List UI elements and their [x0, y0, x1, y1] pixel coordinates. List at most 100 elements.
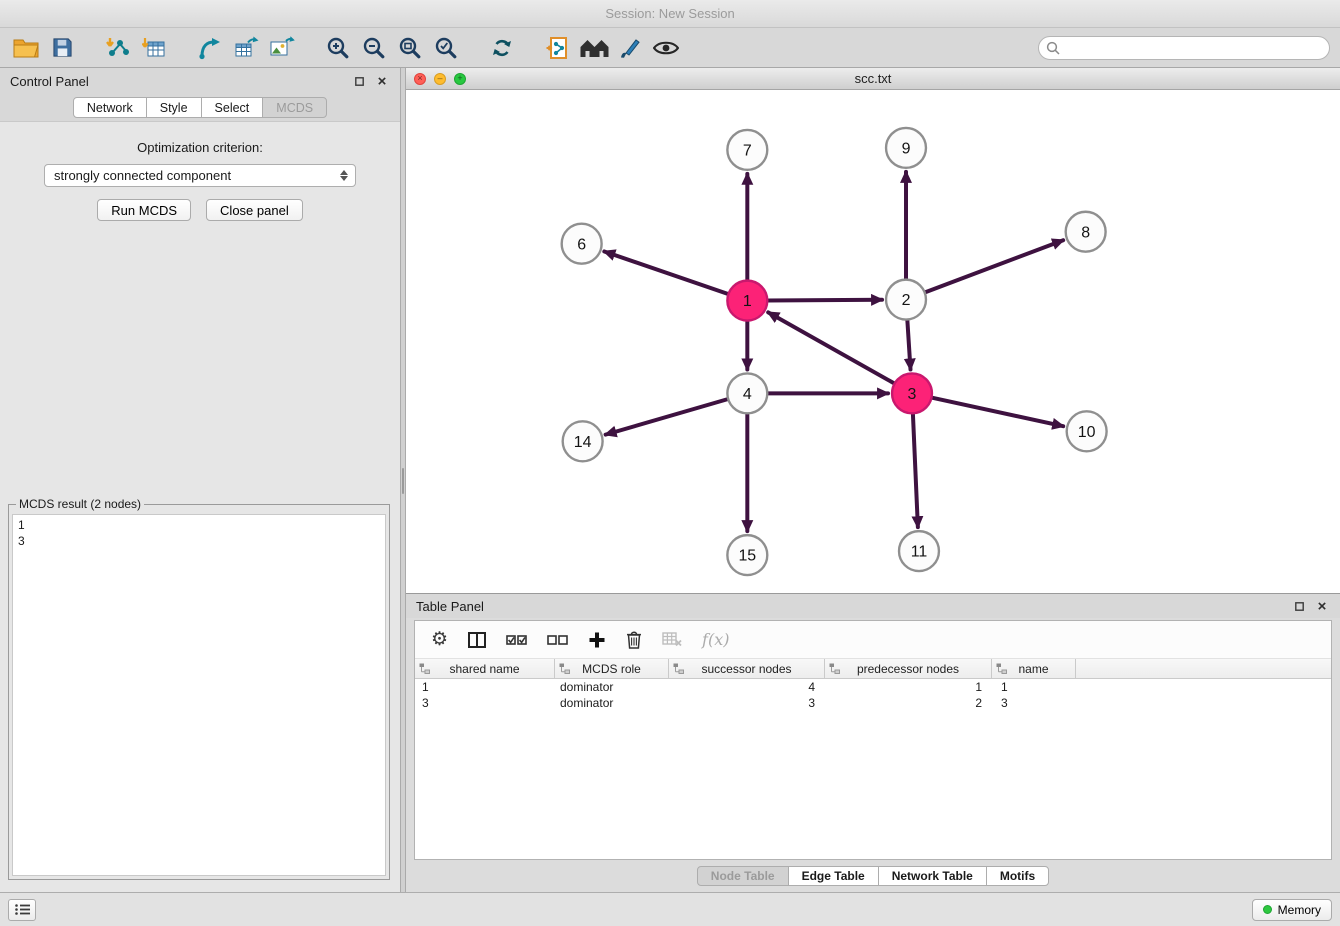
svg-text:3: 3	[908, 386, 917, 403]
network-canvas[interactable]: 7 9 6 8 1 2 4 3 14 10 15 11	[406, 90, 1340, 593]
graph-node-3[interactable]: 3	[892, 373, 932, 413]
splitter-handle[interactable]	[402, 468, 404, 494]
graph-node-1[interactable]: 1	[727, 281, 767, 321]
tab-motifs[interactable]: Motifs	[986, 866, 1049, 886]
zoom-selected-button[interactable]	[430, 32, 462, 64]
mcds-result-list[interactable]: 1 3	[12, 514, 386, 876]
graph-edge-2-8[interactable]	[925, 240, 1064, 292]
graph-edge-1-2[interactable]	[767, 300, 882, 301]
table-row[interactable]: 1dominator411	[415, 679, 1331, 695]
task-history-button[interactable]	[8, 899, 36, 921]
graph-node-6[interactable]: 6	[562, 224, 602, 264]
tab-select[interactable]: Select	[201, 97, 264, 118]
search-input[interactable]	[1038, 36, 1330, 60]
zoom-in-button[interactable]	[322, 32, 354, 64]
apply-layout-button[interactable]	[486, 32, 518, 64]
show-columns-button[interactable]	[468, 632, 486, 648]
import-table-button[interactable]	[138, 32, 170, 64]
memory-status-icon	[1263, 905, 1272, 914]
graph-node-8[interactable]: 8	[1066, 212, 1106, 252]
svg-text:9: 9	[902, 140, 911, 157]
save-icon	[52, 37, 73, 58]
column-header-MCDS-role[interactable]: MCDS role	[555, 659, 669, 678]
tab-node-table[interactable]: Node Table	[697, 866, 789, 886]
tab-network[interactable]: Network	[73, 97, 147, 118]
network-overview-button[interactable]	[578, 32, 610, 64]
deselect-all-button[interactable]	[547, 633, 568, 647]
show-details-button[interactable]	[650, 32, 682, 64]
tab-mcds[interactable]: MCDS	[262, 97, 327, 118]
close-panel-icon[interactable]: ×	[374, 73, 390, 89]
zoom-selected-icon	[434, 36, 458, 60]
export-network-button[interactable]	[194, 32, 226, 64]
table-cell: 3	[992, 695, 1076, 711]
run-mcds-button[interactable]: Run MCDS	[97, 199, 191, 221]
delete-table-button[interactable]	[662, 632, 682, 647]
graph-node-11[interactable]: 11	[899, 531, 939, 571]
column-header-successor-nodes[interactable]: successor nodes	[669, 659, 825, 678]
graph-node-10[interactable]: 10	[1067, 411, 1107, 451]
import-network-button[interactable]	[102, 32, 134, 64]
style-brush-button[interactable]	[614, 32, 646, 64]
float-panel-icon[interactable]	[351, 73, 367, 89]
select-all-button[interactable]	[506, 633, 527, 647]
column-header-label: predecessor nodes	[857, 662, 959, 676]
table-tabs: Node TableEdge TableNetwork TableMotifs	[406, 860, 1340, 892]
svg-text:10: 10	[1078, 424, 1096, 441]
export-table-button[interactable]	[230, 32, 262, 64]
close-table-panel-icon[interactable]: ×	[1314, 598, 1330, 614]
close-panel-button[interactable]: Close panel	[206, 199, 303, 221]
zoom-out-button[interactable]	[358, 32, 390, 64]
minimize-window-icon[interactable]: –	[434, 73, 446, 85]
paint-brush-icon	[618, 36, 642, 60]
memory-label: Memory	[1278, 903, 1321, 917]
tab-network-table[interactable]: Network Table	[878, 866, 987, 886]
close-window-icon[interactable]: ×	[414, 73, 426, 85]
optimization-criterion-select[interactable]: strongly connected component	[44, 164, 356, 187]
graph-edge-3-11[interactable]	[913, 413, 918, 527]
clone-network-icon	[546, 36, 570, 60]
open-file-button[interactable]	[10, 32, 42, 64]
column-header-name[interactable]: name	[992, 659, 1076, 678]
network-graph[interactable]: 7 9 6 8 1 2 4 3 14 10 15 11	[406, 90, 1340, 593]
graph-edge-2-3[interactable]	[907, 320, 910, 370]
column-header-shared-name[interactable]: shared name	[415, 659, 555, 678]
column-header-predecessor-nodes[interactable]: predecessor nodes	[825, 659, 992, 678]
graph-node-7[interactable]: 7	[727, 130, 767, 170]
table-toolbar: ⚙ f(x)	[415, 621, 1331, 659]
table-settings-button[interactable]: ⚙	[431, 630, 448, 649]
tab-edge-table[interactable]: Edge Table	[788, 866, 879, 886]
float-table-panel-icon[interactable]	[1291, 598, 1307, 614]
delete-row-button[interactable]	[626, 630, 642, 649]
zoom-fit-button[interactable]	[394, 32, 426, 64]
graph-node-14[interactable]: 14	[563, 421, 603, 461]
graph-edge-3-1[interactable]	[768, 312, 894, 383]
svg-text:2: 2	[902, 292, 911, 309]
float-window-icon	[355, 77, 364, 86]
function-builder-button[interactable]: f(x)	[702, 630, 729, 649]
memory-button[interactable]: Memory	[1252, 899, 1332, 921]
maximize-window-icon[interactable]: +	[454, 73, 466, 85]
export-table-icon	[234, 36, 259, 60]
graph-edge-3-10[interactable]	[931, 398, 1063, 427]
column-header-label: name	[1018, 662, 1048, 676]
table-cell: dominator	[555, 679, 669, 695]
graph-node-2[interactable]: 2	[886, 280, 926, 320]
graph-edge-4-14[interactable]	[606, 399, 729, 435]
main-toolbar	[0, 28, 1340, 68]
graph-node-4[interactable]: 4	[727, 373, 767, 413]
mcds-result-group: MCDS result (2 nodes) 1 3	[8, 497, 390, 880]
table-row[interactable]: 3dominator323	[415, 695, 1331, 711]
graph-node-15[interactable]: 15	[727, 535, 767, 575]
table-cell: 3	[415, 695, 555, 711]
graph-edge-1-6[interactable]	[604, 251, 728, 294]
search-icon	[1046, 41, 1060, 55]
export-image-button[interactable]	[266, 32, 298, 64]
titlebar: Session: New Session	[0, 0, 1340, 28]
network-window-titlebar: scc.txt × – +	[406, 68, 1340, 90]
save-session-button[interactable]	[46, 32, 78, 64]
clone-network-button[interactable]	[542, 32, 574, 64]
add-row-button[interactable]	[588, 631, 606, 649]
graph-node-9[interactable]: 9	[886, 128, 926, 168]
tab-style[interactable]: Style	[146, 97, 202, 118]
